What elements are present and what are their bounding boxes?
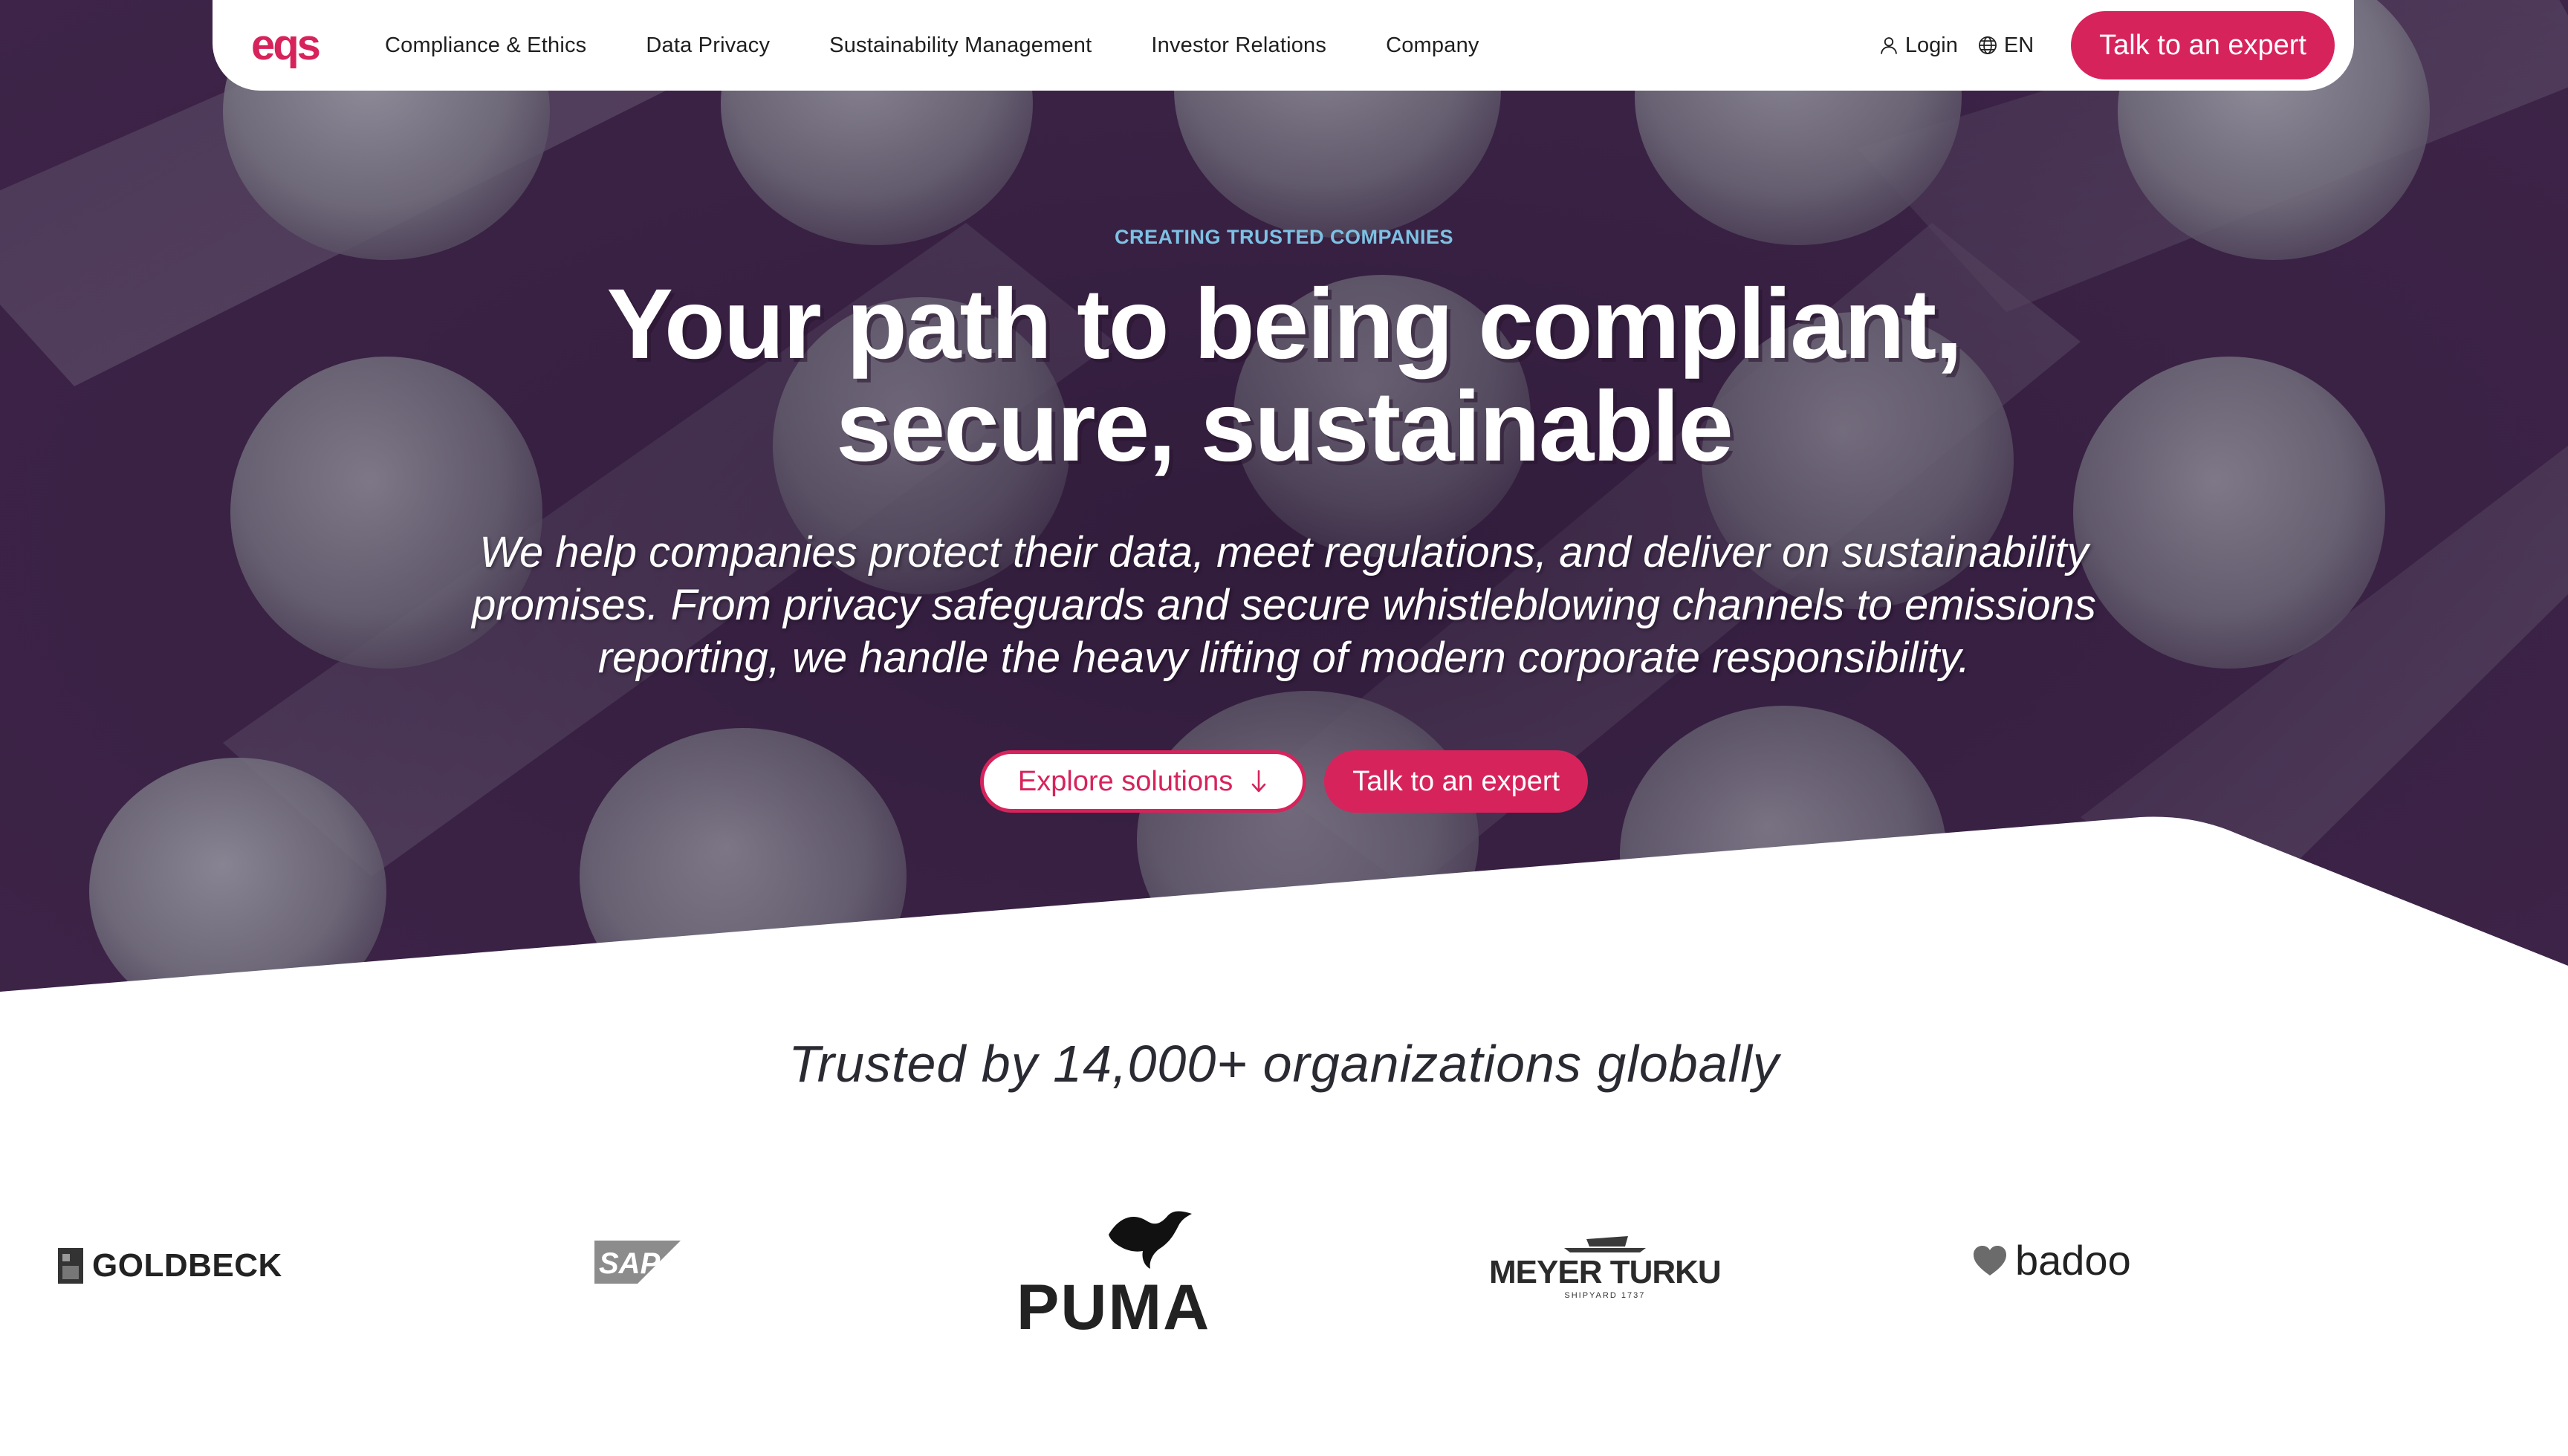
ship-icon [1563,1236,1646,1252]
user-icon [1881,37,1897,54]
hero-headline: Your path to being compliant, secure, su… [0,273,2568,478]
subheading-line-3: reporting, we handle the heavy lifting o… [597,634,1971,682]
nav-link-sustainability-management[interactable]: Sustainability Management [829,33,1092,58]
nav-links: Compliance & Ethics Data Privacy Sustain… [385,33,1878,58]
subheading-line-1: We help companies protect their data, me… [479,528,2089,576]
hero-actions: Explore solutions Talk to an expert [0,750,2568,813]
trusted-heading: Trusted by 14,000+ organizations globall… [788,1035,1780,1093]
login-link[interactable]: Login [1878,33,1958,58]
heart-icon [1974,1245,2006,1275]
meyer-turku-wordmark: MEYER TURKU [1489,1254,1722,1290]
sap-mark: SAP [594,1241,681,1284]
arrow-down-icon [1251,770,1266,793]
hero-section [0,0,2568,995]
puma-cat-icon [1109,1211,1192,1269]
globe-icon [1978,36,1997,54]
meyer-turku-subtitle: SHIPYARD 1737 [1564,1291,1646,1300]
eqs-logo[interactable]: eqs [250,22,333,68]
headline-line-1: Your path to being compliant, [606,269,1963,380]
hero-subheading: We help companies protect their data, me… [0,526,2568,684]
nav-link-compliance-ethics[interactable]: Compliance & Ethics [385,33,586,58]
badoo-wordmark: badoo [2015,1237,2131,1284]
hero-talk-to-expert-button[interactable]: Talk to an expert [1324,750,1589,813]
nav-link-company[interactable]: Company [1386,33,1479,58]
explore-solutions-button[interactable]: Explore solutions [979,750,1307,813]
language-label: EN [2003,33,2034,57]
login-label: Login [1904,33,1958,57]
sap-logo: SAP [594,1241,681,1284]
goldbeck-wordmark: GOLDBECK [92,1247,282,1284]
nav-link-data-privacy[interactable]: Data Privacy [646,33,770,58]
goldbeck-mark-icon [58,1248,83,1284]
top-navigation: eqs Compliance & Ethics Data Privacy Sus… [213,0,2354,91]
meyer-turku-logo: MEYER TURKU SHIPYARD 1737 [1489,1233,1722,1300]
svg-text:SAP: SAP [599,1247,661,1280]
svg-text:eqs: eqs [251,22,320,68]
nav-link-investor-relations[interactable]: Investor Relations [1151,33,1326,58]
headline-line-2: secure, sustainable [836,371,1734,482]
hero-eyebrow: CREATING TRUSTED COMPANIES [1114,226,1453,248]
talk-to-expert-button[interactable]: Talk to an expert [2071,11,2335,79]
puma-wordmark: PUMA [1016,1272,1211,1343]
subheading-line-2: promises. From privacy safeguards and se… [472,581,2096,629]
nav-utilities: Login EN Talk to an expert [1878,11,2335,79]
puma-logo: PUMA [1016,1209,1211,1343]
goldbeck-logo: GOLDBECK [56,1247,282,1285]
hero-overlay [0,0,2568,995]
explore-solutions-label: Explore solutions [1017,765,1233,797]
client-logos: GOLDBECK SAP PUMA MEYER TURKU SHIPYARD 1… [0,1203,2568,1339]
badoo-logo: badoo [1972,1236,2131,1284]
language-selector[interactable]: EN [1977,33,2034,58]
